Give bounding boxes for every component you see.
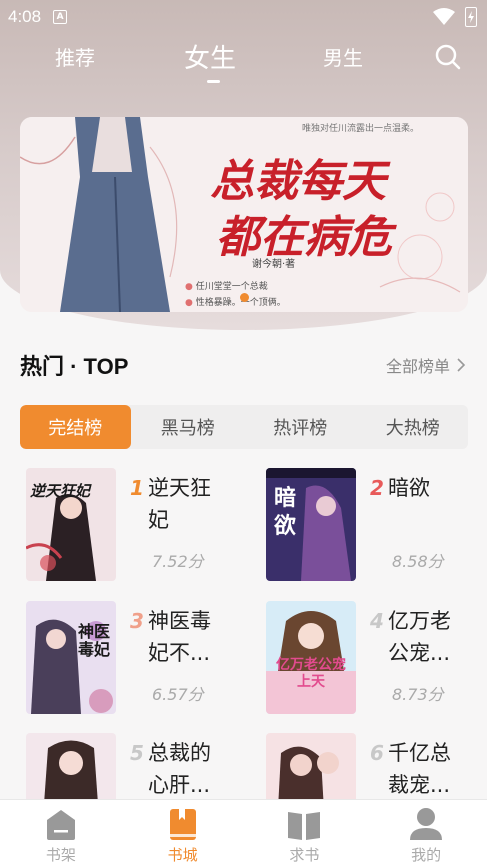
tab-male[interactable]: 男生 — [323, 42, 363, 71]
bottom-nav-label: 书城 — [167, 846, 198, 864]
rank-number: 5 — [130, 741, 144, 765]
book-score: 6.57分 — [152, 685, 204, 704]
rank-number: 6 — [370, 741, 384, 765]
book-item[interactable]: 逆天狂妃 1 逆天狂妃 7.52分 — [26, 468, 246, 588]
all-rankings-label: 全部榜单 — [386, 357, 451, 376]
book-item[interactable]: 暗欲 2 暗欲 8.58分 — [266, 468, 486, 588]
bottom-nav-label: 书架 — [45, 846, 76, 864]
banner-blurb-1: ● 任川堂堂一个总裁 — [185, 282, 268, 292]
bottom-nav-request[interactable]: 求书 — [244, 800, 366, 865]
tab-female[interactable]: 女生 — [184, 38, 236, 75]
section-title: 热门 · TOP — [20, 354, 129, 379]
all-rankings-link[interactable]: 全部榜单 — [386, 353, 466, 377]
rank-number: 1 — [130, 476, 144, 500]
bottom-nav-profile[interactable]: 我的 — [365, 800, 487, 865]
book-cover[interactable]: 亿万老公宠上天 — [266, 601, 356, 714]
book-cover[interactable]: 神医毒妃 — [26, 601, 116, 714]
cover-title: 神医毒妃 — [78, 622, 111, 659]
status-indicators — [433, 7, 477, 27]
tab-big-hits[interactable]: 大热榜 — [357, 405, 468, 449]
book-title[interactable]: 神医毒妃不... — [148, 605, 228, 669]
chevron-right-icon — [457, 358, 466, 372]
book-title[interactable]: 亿万老公宠... — [388, 605, 468, 669]
book-title[interactable]: 总裁的心肝... — [148, 737, 228, 801]
banner-pagination — [20, 293, 468, 302]
banner-blurb-text-1: 任川堂堂一个总裁 — [195, 282, 268, 292]
rank-number: 3 — [130, 609, 144, 633]
rank-number: 4 — [370, 609, 384, 633]
tab-hot-reviews[interactable]: 热评榜 — [245, 405, 356, 449]
banner-dot-active[interactable] — [239, 293, 249, 302]
cover-title: 暗欲 — [274, 485, 297, 539]
ranking-tabs: 完结榜 黑马榜 热评榜 大热榜 — [20, 405, 468, 449]
banner-author: 谢今朝·著 — [252, 259, 296, 270]
banner-title-line2: 都在病危 — [216, 212, 392, 263]
bookshelf-icon — [46, 810, 75, 840]
book-item[interactable]: 神医毒妃 3 神医毒妃不... 6.57分 — [26, 601, 246, 721]
battery-icon — [465, 7, 477, 27]
active-tab-indicator — [207, 80, 220, 83]
bottom-nav-label: 我的 — [411, 846, 442, 864]
bottom-nav-bookstore[interactable]: 书城 — [122, 800, 244, 865]
status-time: 4:08 — [8, 7, 42, 26]
tab-recommend[interactable]: 推荐 — [55, 42, 95, 71]
book-score: 7.52分 — [152, 552, 204, 571]
open-book-icon — [288, 812, 321, 840]
cover-title: 逆天狂妃 — [30, 482, 91, 500]
book-score: 8.73分 — [392, 685, 444, 704]
book-title[interactable]: 千亿总裁宠... — [388, 737, 468, 801]
tab-dark-horse[interactable]: 黑马榜 — [132, 405, 243, 449]
tab-completed[interactable]: 完结榜 — [20, 405, 131, 449]
bottom-nav: 书架 书城 求书 我的 — [0, 799, 487, 865]
book-cover[interactable]: 逆天狂妃 — [26, 468, 116, 581]
wifi-icon — [433, 8, 455, 25]
bookstore-icon — [169, 809, 196, 840]
bottom-nav-bookshelf[interactable]: 书架 — [0, 800, 122, 865]
cover-title: 亿万老公宠上天 — [276, 657, 346, 690]
book-title[interactable]: 暗欲 — [388, 472, 468, 504]
search-icon[interactable] — [434, 43, 462, 71]
bottom-nav-label: 求书 — [289, 846, 320, 864]
banner-tagline: 唯独对任川流露出一点温柔。 — [302, 124, 420, 134]
book-score: 8.58分 — [392, 552, 444, 571]
book-title[interactable]: 逆天狂妃 — [148, 472, 228, 536]
book-item[interactable]: 亿万老公宠上天 4 亿万老公宠... 8.73分 — [266, 601, 486, 721]
rank-number: 2 — [370, 476, 384, 500]
user-icon — [410, 808, 443, 840]
category-nav: 推荐 女生 男生 — [0, 34, 487, 84]
book-cover[interactable]: 暗欲 — [266, 468, 356, 581]
notification-icon: A — [53, 10, 68, 24]
status-bar: 4:08 A — [0, 0, 487, 34]
banner-title-line1: 总裁每天 — [210, 156, 386, 207]
promo-banner[interactable]: 唯独对任川流露出一点温柔。 总裁每天 都在病危 谢今朝·著 ● 任川堂堂一个总裁… — [20, 117, 468, 312]
